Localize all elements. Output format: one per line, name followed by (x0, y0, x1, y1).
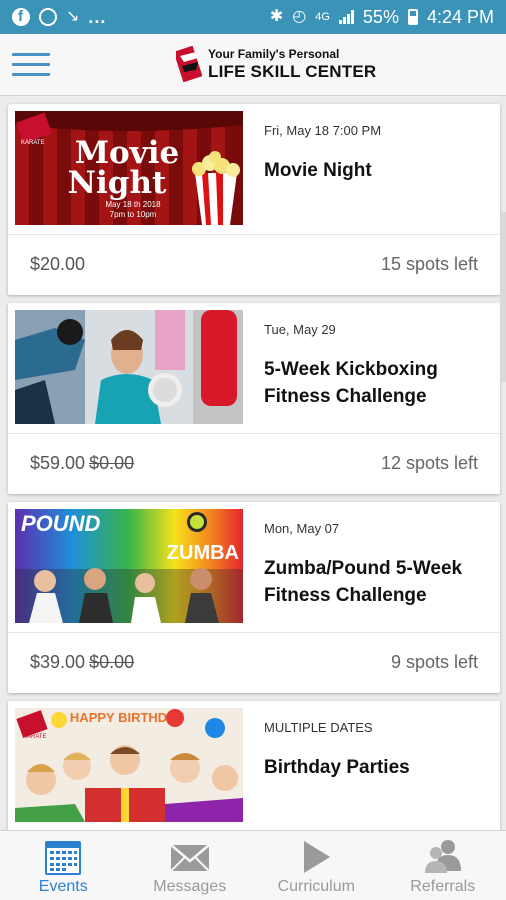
battery-percent: 55% (362, 6, 399, 27)
nav-messages[interactable]: Messages (127, 831, 254, 900)
event-price: $20.00 (30, 254, 85, 275)
event-date: Mon, May 07 (264, 521, 340, 536)
zumba-word: ZUMBA (167, 542, 239, 564)
logo-title: LIFE SKILL CENTER (208, 62, 377, 81)
event-card-zumba-pound[interactable]: POUND ZUMBA Mon, May 07 Zumba/Pound 5-We… (8, 502, 500, 693)
event-image-birthday-parties: HAPPY BIRTHDAY KARATE (15, 708, 243, 822)
card-divider (8, 234, 500, 235)
nav-messages-label: Messages (153, 878, 227, 895)
nav-events[interactable]: Events (0, 831, 127, 900)
status-bar-right: ✱ ◴ 4G 55% 4:24 PM (270, 7, 494, 28)
signal-icon (338, 10, 354, 24)
calendar-icon (45, 841, 82, 875)
event-title: 5-Week Kickboxing Fitness Challenge (264, 359, 438, 407)
event-price: $59.00 $0.00 (30, 453, 134, 474)
spots-left: 9 spots left (390, 652, 478, 672)
birthday-badge: KARATE (23, 734, 47, 740)
event-title: Birthday Parties (264, 757, 410, 778)
nav-events-label: Events (38, 878, 88, 895)
app-header: Your Family's Personal LIFE SKILL CENTER (0, 34, 506, 96)
bottom-navigation: Events Messages Curriculum Referrals (0, 830, 506, 900)
pound-word: POUND (21, 511, 101, 536)
event-date: MULTIPLE DATES (264, 720, 373, 735)
alarm-icon: ◴ (292, 8, 307, 25)
nav-curriculum-label: Curriculum (277, 878, 355, 895)
logo: Your Family's Personal LIFE SKILL CENTER (176, 46, 376, 84)
price-original: $0.00 (89, 453, 135, 473)
nav-referrals-label: Referrals (410, 878, 476, 895)
event-card-movie-night[interactable]: KARATE Movie Night May 18 th 2018 7pm to… (8, 104, 500, 295)
event-image-kickboxing (15, 310, 243, 424)
card-divider (8, 433, 500, 434)
spots-left: 12 spots left (380, 453, 478, 473)
more-notifications: ... (88, 6, 107, 27)
network-type: 4G (315, 11, 330, 23)
bluetooth-icon: ✱ (269, 8, 284, 25)
menu-icon[interactable] (12, 51, 50, 79)
battery-icon (407, 9, 418, 25)
event-image-movie-night: KARATE Movie Night May 18 th 2018 7pm to… (15, 111, 243, 225)
movie-night-word2: Night (68, 165, 167, 201)
logo-tagline: Your Family's Personal (208, 47, 340, 61)
facebook-icon (12, 8, 30, 26)
event-title: Movie Night (264, 160, 372, 181)
price-current: $59.00 (30, 453, 86, 473)
people-icon (424, 840, 461, 873)
messenger-icon (39, 8, 57, 26)
movie-night-date-line: May 18 th 2018 (105, 200, 161, 209)
status-bar-left: ↘ ... (12, 7, 106, 28)
nav-referrals[interactable]: Referrals (380, 831, 506, 900)
nav-curriculum[interactable]: Curriculum (253, 831, 380, 900)
envelope-icon (169, 844, 210, 872)
event-card-kickboxing[interactable]: Tue, May 29 5-Week Kickboxing Fitness Ch… (8, 303, 500, 494)
status-bar: ↘ ... ✱ ◴ 4G 55% 4:24 PM (0, 0, 506, 34)
movie-night-time-line: 7pm to 10pm (110, 210, 157, 219)
spots-left: 15 spots left (380, 254, 478, 274)
play-icon (304, 841, 331, 873)
movie-night-badge: KARATE (21, 140, 45, 146)
price-current: $20.00 (30, 254, 86, 274)
price-current: $39.00 (30, 652, 86, 672)
event-price: $39.00 $0.00 (30, 652, 134, 673)
event-date: Fri, May 18 7:00 PM (264, 123, 382, 138)
card-divider (8, 632, 500, 633)
event-title: Zumba/Pound 5-Week Fitness Challenge (264, 558, 463, 606)
event-date: Tue, May 29 (264, 322, 336, 337)
side-drawer-handle[interactable] (500, 212, 506, 382)
clock: 4:24 PM (426, 6, 494, 27)
price-original: $0.00 (89, 652, 135, 672)
logo-mark-icon (176, 46, 202, 82)
event-image-zumba-pound: POUND ZUMBA (15, 509, 243, 623)
missed-call-icon: ↘ (66, 8, 80, 25)
